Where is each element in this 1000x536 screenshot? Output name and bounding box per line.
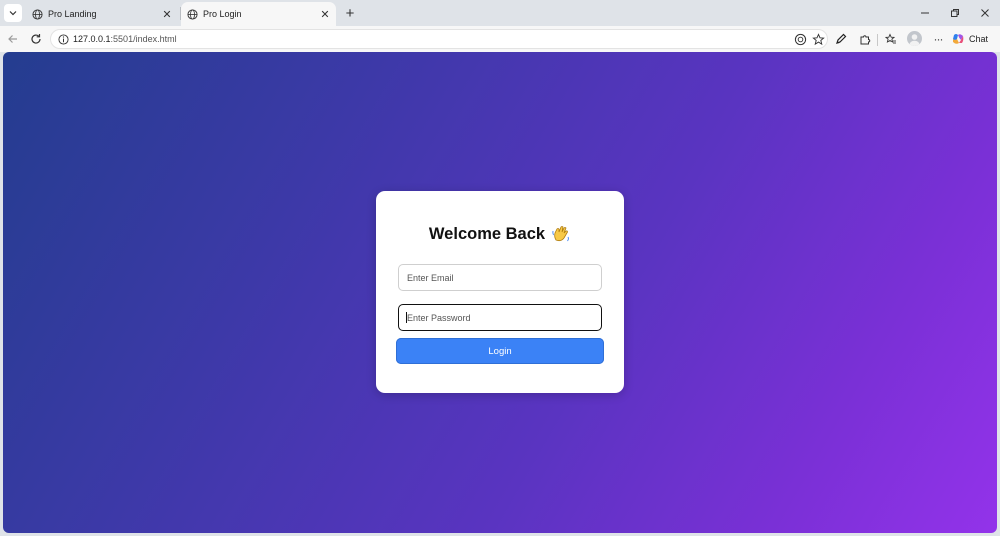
chat-label: Chat xyxy=(969,34,989,44)
tab-strip: Pro Landing ✕ Pro Login ✕ + xyxy=(0,0,1000,26)
waving-hand-icon xyxy=(552,226,569,242)
settings-more-button[interactable]: ··· xyxy=(929,30,947,48)
user-icon xyxy=(909,34,920,46)
url-text[interactable]: 127.0.0.1:5501/index.html xyxy=(73,34,177,44)
restore-window-button[interactable] xyxy=(940,3,970,23)
info-icon xyxy=(57,33,69,45)
copilot-icon xyxy=(794,33,807,46)
tab-actions-menu-button[interactable] xyxy=(4,4,22,22)
favorites-button[interactable] xyxy=(882,30,900,48)
close-icon: ✕ xyxy=(320,8,330,21)
tab-title: Pro Login xyxy=(203,9,242,19)
minimize-icon xyxy=(921,12,929,14)
back-button[interactable] xyxy=(4,30,22,48)
close-tab-button[interactable]: ✕ xyxy=(318,7,332,21)
browser-toolbar: 127.0.0.1:5501/index.html ··· Chat xyxy=(0,26,1000,52)
puzzle-icon xyxy=(860,35,871,45)
tab-pro-landing[interactable]: Pro Landing ✕ xyxy=(26,2,178,26)
plus-icon: + xyxy=(345,4,355,22)
globe-icon xyxy=(187,8,198,20)
chevron-down-icon xyxy=(9,11,17,16)
new-tab-button[interactable]: + xyxy=(342,4,358,22)
url-path: :5501/index.html xyxy=(110,34,177,44)
reload-icon xyxy=(31,34,41,44)
tab-title: Pro Landing xyxy=(48,9,97,19)
star-icon xyxy=(812,33,825,46)
copilot-logo-icon xyxy=(953,34,964,44)
pen-icon xyxy=(836,33,847,44)
url-host: 127.0.0.1 xyxy=(73,34,111,44)
toolbar-divider xyxy=(877,34,878,46)
close-icon: ✕ xyxy=(162,8,172,21)
restore-icon xyxy=(951,9,959,17)
extensions-button[interactable] xyxy=(856,30,874,48)
email-input[interactable] xyxy=(398,264,602,291)
tab-pro-login[interactable]: Pro Login ✕ xyxy=(181,2,336,26)
login-card: Welcome Back Login xyxy=(376,191,624,393)
login-title: Welcome Back xyxy=(428,224,546,243)
more-icon: ··· xyxy=(933,32,944,46)
login-heading: Welcome Back xyxy=(376,224,624,244)
text-caret xyxy=(406,312,407,323)
favorites-icon xyxy=(885,33,896,44)
site-info-button[interactable] xyxy=(57,33,69,45)
favorite-star-button[interactable] xyxy=(811,32,826,47)
arrow-left-icon xyxy=(8,35,17,43)
globe-icon xyxy=(32,8,43,20)
copilot-chat-button[interactable]: Chat xyxy=(951,30,995,48)
profile-avatar[interactable] xyxy=(907,31,922,46)
close-tab-button[interactable]: ✕ xyxy=(160,7,174,21)
close-window-button[interactable] xyxy=(970,3,1000,23)
close-icon xyxy=(981,9,989,17)
address-bar[interactable]: 127.0.0.1:5501/index.html xyxy=(50,29,828,49)
password-input[interactable] xyxy=(398,304,602,331)
copilot-page-button[interactable] xyxy=(793,32,808,47)
page-viewport: Welcome Back Login xyxy=(3,52,997,533)
reload-button[interactable] xyxy=(27,30,45,48)
minimize-window-button[interactable] xyxy=(910,3,940,23)
extension-button[interactable] xyxy=(832,30,850,48)
login-button[interactable]: Login xyxy=(396,338,604,364)
